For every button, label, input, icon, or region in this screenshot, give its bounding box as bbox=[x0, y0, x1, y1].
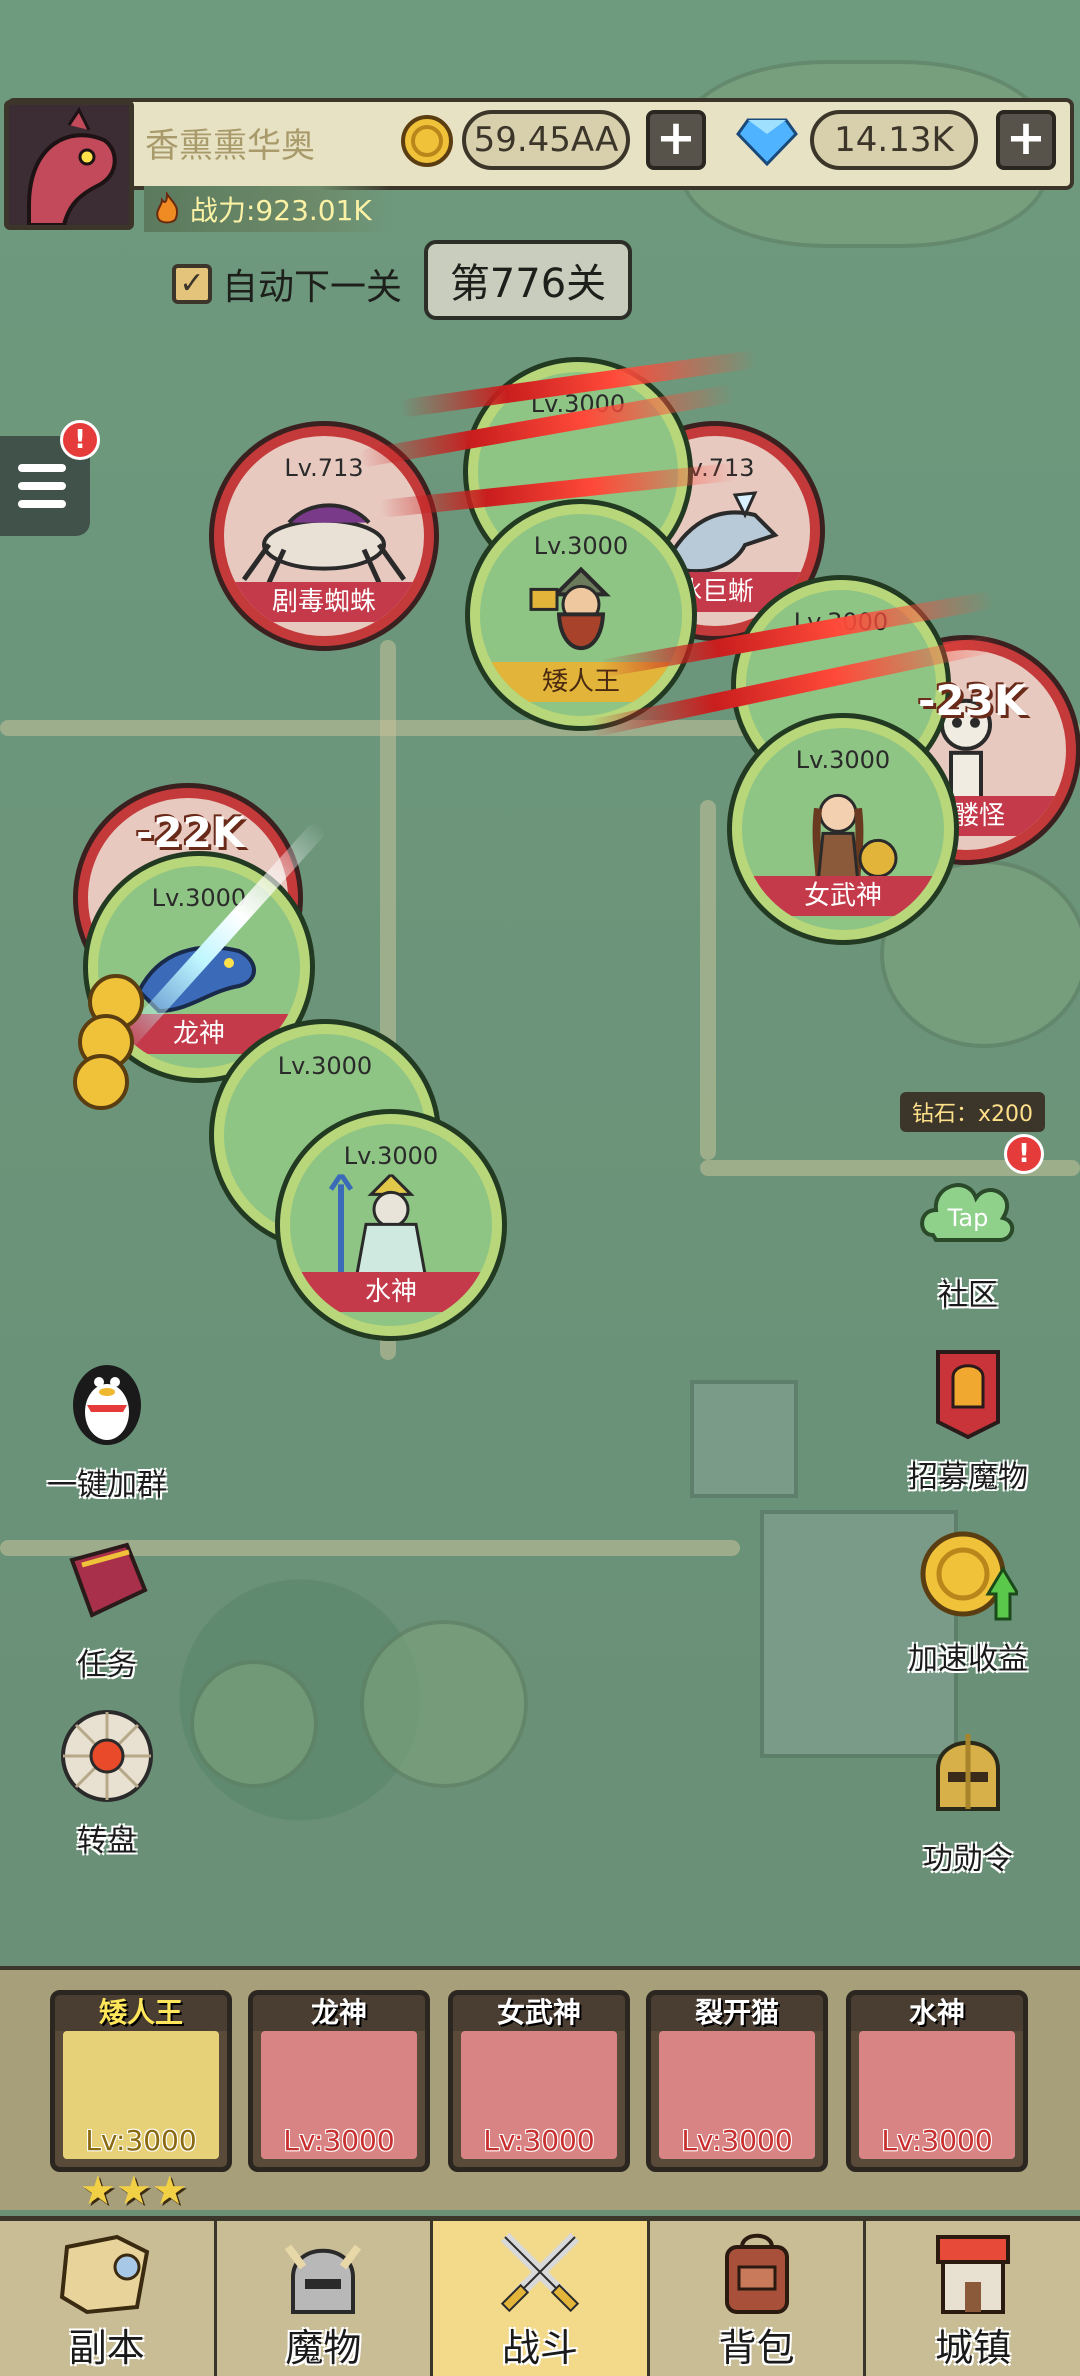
map-tree bbox=[360, 1620, 528, 1788]
wheel-button[interactable]: 转盘 bbox=[32, 1706, 182, 1860]
auto-next-toggle[interactable]: ✓ 自动下一关 bbox=[172, 258, 402, 310]
hero-name: 矮人王 bbox=[55, 1995, 227, 2031]
community-cloud-icon: Tap bbox=[920, 1183, 1015, 1242]
menu-bar bbox=[18, 500, 66, 508]
map-ruin bbox=[690, 1380, 798, 1498]
recruit-monster-button[interactable]: 招募魔物 bbox=[893, 1342, 1043, 1496]
add-gems-button[interactable]: + bbox=[996, 110, 1056, 170]
add-gold-button[interactable]: + bbox=[646, 110, 706, 170]
recruit-banner-icon bbox=[936, 1350, 1000, 1440]
map-tree bbox=[190, 1660, 318, 1788]
hero-level: Lv:3000 bbox=[681, 2124, 793, 2157]
stage-indicator: 第776关 bbox=[424, 240, 632, 320]
wheel-label: 转盘 bbox=[77, 1824, 137, 1859]
gem-amount: 14.13K bbox=[810, 110, 978, 170]
auto-next-label: 自动下一关 bbox=[222, 267, 403, 308]
hero-level: Lv:3000 bbox=[283, 2124, 395, 2157]
gold-amount: 59.45AA bbox=[462, 110, 630, 170]
ally-unit-dwarf-king[interactable]: Lv.3000 矮人王 bbox=[470, 504, 692, 726]
merit-order-button[interactable]: 功勋令 bbox=[893, 1724, 1043, 1878]
tab-label: 背包 bbox=[718, 2326, 795, 2370]
tab-label: 副本 bbox=[68, 2326, 145, 2370]
power-row: 战力:923.01K bbox=[144, 186, 392, 232]
damage-number: -23K bbox=[918, 676, 1027, 725]
join-group-button[interactable]: 一键加群 bbox=[32, 1350, 182, 1504]
gold-coin-icon bbox=[401, 115, 453, 167]
gold-boost-icon bbox=[920, 1531, 1021, 1621]
damage-number: -22K bbox=[136, 808, 245, 857]
community-button[interactable]: Tap 社区 bbox=[893, 1160, 1043, 1314]
player-name: 香熏熏华奥 bbox=[145, 126, 315, 166]
tab-label: 城镇 bbox=[935, 2326, 1012, 2370]
menu-alert-badge: ! bbox=[60, 420, 100, 460]
community-tap-text: Tap bbox=[947, 1204, 989, 1232]
speed-up-income-label: 加速收益 bbox=[908, 1642, 1028, 1677]
unit-level: Lv.3000 bbox=[277, 1052, 373, 1080]
penguin-icon bbox=[73, 1365, 141, 1445]
hero-name: 女武神 bbox=[453, 1995, 625, 2031]
crossed-swords-icon bbox=[500, 2232, 580, 2313]
tab-monsters[interactable]: 魔物 bbox=[217, 2221, 434, 2376]
flame-icon bbox=[156, 192, 178, 224]
join-group-label: 一键加群 bbox=[47, 1468, 167, 1503]
hero-slot-valkyrie[interactable]: 女武神 Lv:3000 bbox=[448, 1990, 630, 2172]
player-avatar[interactable] bbox=[4, 100, 134, 230]
tab-backpack[interactable]: 背包 bbox=[650, 2221, 867, 2376]
menu-bar bbox=[18, 464, 66, 472]
map-road bbox=[700, 800, 716, 1160]
unit-level: Lv.3000 bbox=[795, 746, 891, 774]
menu-bar bbox=[18, 482, 66, 490]
tab-town[interactable]: 城镇 bbox=[866, 2221, 1080, 2376]
spin-wheel-icon bbox=[61, 1710, 153, 1802]
unit-level: Lv.3000 bbox=[343, 1142, 439, 1170]
hero-name: 龙神 bbox=[253, 1995, 425, 2031]
water-god-icon bbox=[328, 1174, 428, 1281]
bottom-navigation: 副本 魔物 战斗 背包 城镇 bbox=[0, 2216, 1080, 2376]
hero-slot-water-god[interactable]: 水神 Lv:3000 bbox=[846, 1990, 1028, 2172]
ally-unit-valkyrie[interactable]: Lv.3000 女武神 bbox=[732, 718, 954, 940]
hero-name: 裂开猫 bbox=[651, 1995, 823, 2031]
hero-star-rating: ★★★ bbox=[80, 2168, 188, 2214]
speed-up-income-button[interactable]: 加速收益 bbox=[893, 1524, 1043, 1678]
unit-name: 水神 bbox=[290, 1272, 492, 1312]
backpack-icon bbox=[724, 2233, 789, 2314]
town-icon bbox=[936, 2235, 1011, 2314]
hero-level: Lv:3000 bbox=[483, 2124, 595, 2157]
tab-label: 魔物 bbox=[285, 2326, 362, 2370]
unit-level: Lv.3000 bbox=[533, 532, 629, 560]
merit-order-label: 功勋令 bbox=[923, 1842, 1013, 1877]
unit-name: 女武神 bbox=[742, 876, 944, 916]
hero-level: Lv:3000 bbox=[881, 2124, 993, 2157]
tasks-label: 任务 bbox=[77, 1648, 137, 1683]
hero-slot-dwarf-king[interactable]: 矮人王 Lv:3000 bbox=[50, 1990, 232, 2172]
hero-name: 水神 bbox=[851, 1995, 1023, 2031]
hero-slot-split-cat[interactable]: 裂开猫 Lv:3000 bbox=[646, 1990, 828, 2172]
community-label: 社区 bbox=[938, 1278, 998, 1313]
ally-unit-water-god[interactable]: Lv.3000 水神 bbox=[280, 1114, 502, 1336]
unit-name: 剧毒蜘蛛 bbox=[224, 582, 424, 622]
valkyrie-icon bbox=[812, 793, 898, 887]
tab-dungeon[interactable]: 副本 bbox=[0, 2221, 217, 2376]
knight-helmet-icon bbox=[936, 1734, 1000, 1811]
hero-slot-dragon-god[interactable]: 龙神 Lv:3000 bbox=[248, 1990, 430, 2172]
diamond-reward-tooltip: 钻石：x200 bbox=[900, 1092, 1046, 1132]
dragon-avatar-icon bbox=[9, 105, 129, 225]
gold-coin-pile-icon bbox=[73, 974, 144, 1110]
tab-battle[interactable]: 战斗 bbox=[433, 2221, 650, 2376]
quest-book-icon bbox=[69, 1542, 148, 1618]
map-scroll-icon bbox=[59, 2234, 150, 2315]
tasks-button[interactable]: 任务 bbox=[32, 1530, 182, 1684]
power-value: 战力:923.01K bbox=[190, 194, 372, 227]
tab-label: 战斗 bbox=[501, 2326, 578, 2370]
auto-next-checkbox[interactable]: ✓ bbox=[172, 264, 212, 304]
recruit-monster-label: 招募魔物 bbox=[908, 1460, 1028, 1495]
helmet-icon bbox=[285, 2244, 362, 2314]
hero-level: Lv:3000 bbox=[85, 2124, 197, 2157]
diamond-icon bbox=[736, 118, 798, 166]
